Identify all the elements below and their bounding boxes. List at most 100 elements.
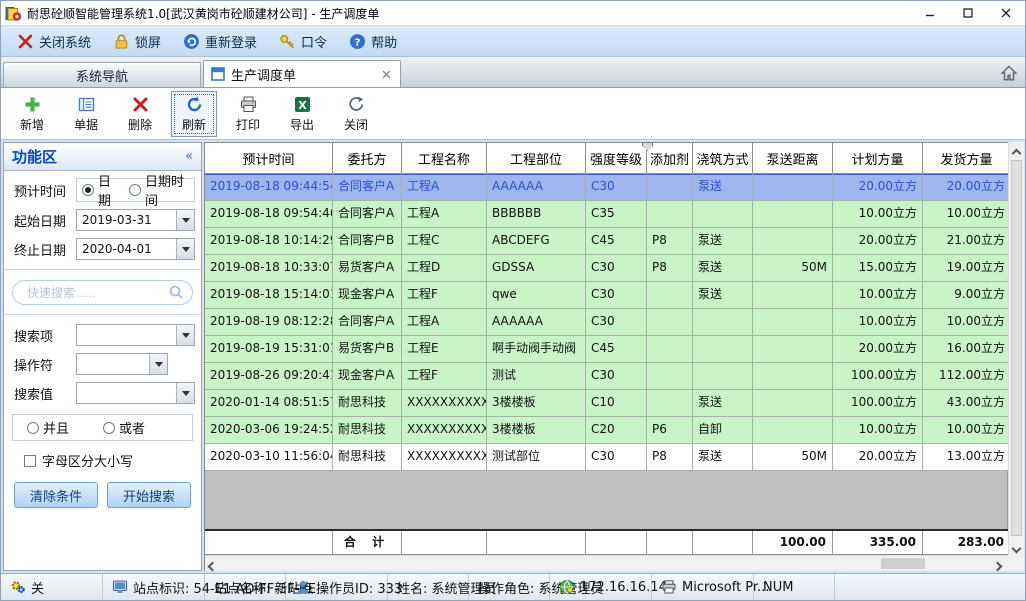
- search-item-combo[interactable]: [76, 324, 195, 346]
- case-sensitive-checkbox[interactable]: [24, 455, 36, 467]
- cell: C20: [586, 417, 647, 444]
- cell: [647, 282, 693, 309]
- scroll-down-icon[interactable]: [1013, 541, 1023, 551]
- quick-search-input[interactable]: [12, 280, 193, 305]
- minimize-button[interactable]: [911, 1, 949, 25]
- cell: 合同客户A: [333, 309, 402, 336]
- column-header-3[interactable]: 工程部位: [487, 143, 586, 174]
- radio-and[interactable]: 并且: [27, 418, 69, 437]
- menu-item-close-system[interactable]: 关闭系统: [15, 30, 93, 53]
- scrollbar-thumb[interactable]: [881, 558, 925, 569]
- window-title: 耐思砼顺智能管理系统1.0[武汉黄岗市砼顺建材公司] - 生产调度单: [27, 5, 911, 22]
- table-row[interactable]: 2019-08-26 09:20:41现金客户A工程F测试C30100.00立方…: [205, 363, 1008, 390]
- print-button[interactable]: 打印: [225, 91, 271, 137]
- search-icon[interactable]: [168, 284, 184, 300]
- help-icon: ?: [349, 33, 366, 50]
- column-header-2[interactable]: 工程名称: [402, 143, 487, 174]
- scroll-right-icon[interactable]: [994, 559, 1004, 569]
- scrollbar-thumb[interactable]: [1011, 160, 1022, 536]
- column-header-7[interactable]: 泵送距离: [753, 143, 833, 174]
- maximize-button[interactable]: [949, 1, 987, 25]
- case-sensitive-row: 字母区分大小写: [24, 451, 193, 470]
- scroll-up-icon[interactable]: [1013, 146, 1023, 156]
- app-window: 耐思砼顺智能管理系统1.0[武汉黄岗市砼顺建材公司] - 生产调度单 关闭系统锁…: [0, 0, 1026, 601]
- table-row[interactable]: 2019-08-19 08:12:28合同客户A工程AAAAAAAC3010.0…: [205, 309, 1008, 336]
- start-date-combo[interactable]: 2019-03-31: [76, 209, 195, 231]
- tab-production-dispatch[interactable]: 生产调度单: [203, 60, 401, 87]
- start-search-button[interactable]: 开始搜索: [107, 482, 191, 508]
- table-row[interactable]: 2019-08-18 10:14:29合同客户B工程CABCDEFGC45P8泵…: [205, 228, 1008, 255]
- cell: [753, 174, 833, 201]
- cell: 泵送: [693, 282, 753, 309]
- separator: [4, 269, 201, 272]
- table-row[interactable]: 2020-01-14 08:51:57耐思科技XXXXXXXXXXX3楼楼板C1…: [205, 390, 1008, 417]
- add-button[interactable]: 新增: [9, 91, 55, 137]
- status-spacer: [835, 574, 1025, 600]
- status-label: 站点名称: 新站点: [214, 578, 276, 597]
- window-doc-icon: [211, 67, 225, 81]
- vertical-scrollbar[interactable]: [1008, 142, 1024, 555]
- sidebar-header: 功能区 «: [4, 143, 201, 171]
- export-icon: X: [293, 95, 312, 114]
- cell: ABCDEFG: [487, 228, 586, 255]
- table-row[interactable]: 2019-08-18 09:54:46合同客户A工程ABBBBBBC3510.0…: [205, 201, 1008, 228]
- scroll-left-icon[interactable]: [209, 559, 219, 569]
- dropdown-arrow-icon[interactable]: [176, 239, 194, 259]
- cell: C30: [586, 282, 647, 309]
- close-button[interactable]: [987, 1, 1025, 25]
- refresh-button[interactable]: 刷新: [171, 91, 217, 137]
- search-value-combo[interactable]: [76, 382, 195, 404]
- column-header-8[interactable]: 计划方量: [833, 143, 923, 174]
- dropdown-arrow-icon[interactable]: [176, 383, 194, 403]
- cell: 2019-08-18 10:14:29: [205, 228, 333, 255]
- cell: 2019-08-18 09:54:46: [205, 201, 333, 228]
- status-label: 操作角色: 系统管理员: [478, 578, 540, 597]
- radio-datetime[interactable]: 日期时间: [129, 171, 189, 209]
- tab-close-icon[interactable]: [379, 67, 393, 81]
- cell: 泵送: [693, 390, 753, 417]
- summary-cell: 100.00: [753, 531, 833, 554]
- tab-system-nav[interactable]: 系统导航: [3, 62, 201, 87]
- collapse-button[interactable]: «: [185, 149, 193, 164]
- status-operator-role: 操作角色: 系统管理员: [469, 574, 550, 600]
- summary-cell: [487, 531, 586, 554]
- column-header-5[interactable]: 添加剂: [647, 143, 693, 174]
- delete-button[interactable]: 删除: [117, 91, 163, 137]
- cell: P8: [647, 255, 693, 282]
- column-header-1[interactable]: 委托方: [333, 143, 402, 174]
- dropdown-arrow-icon[interactable]: [149, 354, 167, 374]
- table-row[interactable]: 2019-08-18 10:33:07易货客户A工程DGDSSAC30P8泵送5…: [205, 255, 1008, 282]
- table-row[interactable]: 2020-03-10 11:56:04耐思科技XXXXXXXXXXX测试部位C3…: [205, 444, 1008, 471]
- cell: [647, 363, 693, 390]
- document-button[interactable]: 单据: [63, 91, 109, 137]
- dropdown-arrow-icon[interactable]: [176, 210, 194, 230]
- column-header-6[interactable]: 浇筑方式: [693, 143, 753, 174]
- export-button[interactable]: X导出: [279, 91, 325, 137]
- toolbar: 新增单据删除刷新打印X导出关闭: [1, 88, 1025, 140]
- menu-item-password[interactable]: 口令: [277, 30, 329, 53]
- clear-conditions-button[interactable]: 清除条件: [14, 482, 98, 508]
- column-header-9[interactable]: 发货方量: [923, 143, 1011, 174]
- table-row[interactable]: 2019-08-19 15:31:01易货客户B工程E啊手动阀手动阀C4520.…: [205, 336, 1008, 363]
- menu-item-relogin[interactable]: 重新登录: [181, 30, 259, 53]
- cell: 20.00立方: [833, 336, 923, 363]
- table-row[interactable]: 2020-03-06 19:24:52耐思科技XXXXXXXXXXX3楼楼板C2…: [205, 417, 1008, 444]
- dropdown-arrow-icon[interactable]: [176, 325, 194, 345]
- home-icon[interactable]: [1000, 64, 1018, 82]
- operator-combo[interactable]: [76, 353, 168, 375]
- end-date-combo[interactable]: 2020-04-01: [76, 238, 195, 260]
- radio-date[interactable]: 日期: [82, 171, 119, 209]
- close-tab-button[interactable]: 关闭: [333, 91, 379, 137]
- column-header-0[interactable]: 预计时间: [205, 143, 333, 174]
- menu-item-lock-screen[interactable]: 锁屏: [111, 30, 163, 53]
- cell: [753, 282, 833, 309]
- cell: 2020-03-10 11:56:04: [205, 444, 333, 471]
- table-row[interactable]: 2019-08-18 15:14:01现金客户A工程FqweC30泵送10.00…: [205, 282, 1008, 309]
- menu-item-help[interactable]: ? 帮助: [347, 30, 399, 53]
- column-header-4[interactable]: 强度等级: [586, 143, 647, 174]
- table-row[interactable]: 2019-08-18 09:44:54合同客户A工程AAAAAAAC30泵送20…: [205, 174, 1008, 201]
- horizontal-scrollbar[interactable]: [205, 555, 1008, 571]
- menu-item-label: 帮助: [371, 32, 397, 51]
- radio-or[interactable]: 或者: [103, 418, 145, 437]
- end-date-label: 终止日期: [14, 240, 76, 259]
